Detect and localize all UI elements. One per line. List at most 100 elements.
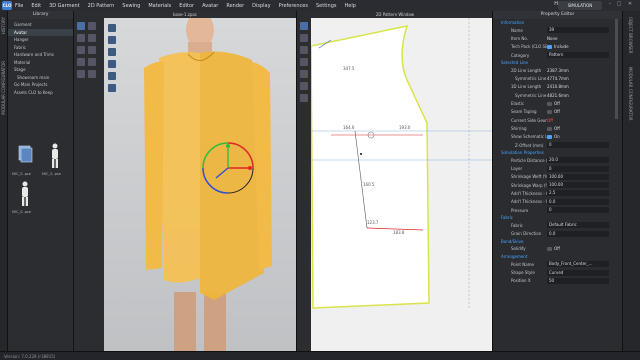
property-value[interactable]: Off: [547, 118, 623, 123]
pattern-piece[interactable]: [311, 25, 430, 309]
modular-configurator-tab[interactable]: MODULAR CONFIGURATOR: [628, 67, 633, 121]
trim-icon[interactable]: [88, 70, 96, 78]
menu-settings[interactable]: Settings: [316, 3, 337, 9]
avatar-icon[interactable]: [44, 141, 66, 171]
menu-help[interactable]: Help: [345, 3, 356, 9]
brush-icon[interactable]: [88, 58, 96, 66]
toggle-icon[interactable]: [547, 126, 552, 131]
property-section-header[interactable]: Selected Line: [499, 59, 623, 66]
3d-viewport[interactable]: [104, 18, 296, 351]
menu-file[interactable]: File: [15, 3, 23, 9]
menu-avatar[interactable]: Avatar: [202, 3, 218, 9]
property-scrollbar[interactable]: [615, 19, 618, 119]
library-tree-item[interactable]: Avatar: [8, 28, 73, 36]
property-value[interactable]: 0.0: [547, 230, 609, 237]
toggle-icon[interactable]: [547, 247, 552, 252]
library-tree-item[interactable]: Showroom main: [8, 74, 73, 82]
library-tree-item[interactable]: Hanger: [8, 36, 73, 44]
file-icon[interactable]: [14, 141, 36, 171]
garment-left-sleeve[interactable]: [144, 61, 164, 270]
pen-icon[interactable]: [77, 58, 85, 66]
property-value[interactable]: 4821.6mm: [547, 93, 623, 98]
gizmo-y-handle[interactable]: [226, 144, 230, 148]
property-value[interactable]: Body_Front_Center_...: [547, 261, 609, 268]
library-tree-item[interactable]: Fabric: [8, 44, 73, 52]
property-value[interactable]: 4774.7mm: [547, 76, 623, 81]
modular-configurator-tab[interactable]: MODULAR CONFIGURATOR: [1, 61, 6, 115]
internal-line-icon[interactable]: [300, 70, 308, 78]
edit-pattern-icon[interactable]: [300, 34, 308, 42]
measure-icon[interactable]: [77, 46, 85, 54]
menu-sewing[interactable]: Sewing: [122, 3, 140, 9]
property-value[interactable]: None: [547, 36, 623, 41]
library-tree-item[interactable]: Go Main Projects: [8, 81, 73, 89]
menu-display[interactable]: Display: [252, 3, 270, 9]
fold-icon[interactable]: [77, 34, 85, 42]
texture-icon[interactable]: [300, 94, 308, 102]
seam-icon[interactable]: [77, 70, 85, 78]
property-toggle[interactable]: Off: [547, 246, 623, 252]
menu-3d-garment[interactable]: 3D Garment: [49, 3, 80, 9]
menu-editor[interactable]: Editor: [179, 3, 194, 9]
sewing-icon[interactable]: [300, 82, 308, 90]
property-value[interactable]: 0.0: [547, 198, 609, 205]
menu-edit[interactable]: Edit: [31, 3, 41, 9]
menu-2d-pattern[interactable]: 2D Pattern: [88, 3, 115, 9]
polygon-icon[interactable]: [300, 46, 308, 54]
property-value[interactable]: 20.0: [547, 157, 609, 164]
property-value[interactable]: 2410.8mm: [547, 84, 623, 89]
maximize-icon[interactable]: □: [615, 1, 623, 9]
property-value[interactable]: Curved: [547, 269, 609, 276]
rectangle-icon[interactable]: [300, 58, 308, 66]
library-tree-item[interactable]: Material: [8, 59, 73, 67]
property-value[interactable]: Pattern: [547, 52, 609, 59]
menu-render[interactable]: Render: [226, 3, 244, 9]
move-icon[interactable]: [88, 22, 96, 30]
library-tree-item[interactable]: Stage: [8, 66, 73, 74]
app-logo[interactable]: CLO: [2, 1, 12, 10]
minimize-icon[interactable]: –: [606, 1, 614, 9]
object-browser-tab[interactable]: OBJECT BROWSER: [628, 17, 633, 54]
select-icon[interactable]: [77, 22, 85, 30]
property-toggle[interactable]: Off: [547, 101, 623, 107]
property-section-header[interactable]: Fabric: [499, 214, 623, 221]
property-value[interactable]: 2.5: [547, 190, 609, 197]
close-icon[interactable]: ✕: [626, 1, 634, 9]
property-section-header[interactable]: Bond/Skive: [499, 238, 623, 245]
transform-pattern-icon[interactable]: [300, 22, 308, 30]
property-value[interactable]: 39: [547, 27, 609, 34]
avatar-icon[interactable]: [14, 179, 36, 209]
property-value[interactable]: Default Fabric: [547, 222, 609, 229]
property-toggle[interactable]: On: [547, 134, 623, 140]
toggle-icon[interactable]: [547, 135, 552, 140]
property-toggle[interactable]: Off: [547, 109, 623, 115]
property-value[interactable]: 50: [547, 277, 609, 284]
menu-materials[interactable]: Materials: [148, 3, 171, 9]
property-value[interactable]: 2387.3mm: [547, 68, 623, 73]
toggle-icon[interactable]: [547, 110, 552, 115]
2d-pattern-canvas[interactable]: 347.5 164.6 193.0 160.5 123.7 183.8: [311, 18, 493, 351]
property-value[interactable]: 0: [547, 165, 609, 172]
library-tree-item[interactable]: Hardware and Trims: [8, 51, 73, 59]
garment-left-panel[interactable]: [159, 52, 200, 283]
property-value[interactable]: 0: [547, 207, 609, 214]
property-section-header[interactable]: Simulation Properties: [499, 149, 623, 156]
toggle-icon[interactable]: [547, 45, 552, 50]
gizmo-x-handle[interactable]: [248, 166, 252, 170]
library-tree-item[interactable]: Assets CLO to Keep: [8, 89, 73, 97]
library-tree-item[interactable]: Garment: [8, 21, 73, 29]
property-toggle[interactable]: Include: [547, 44, 623, 50]
property-value[interactable]: 100.00: [547, 173, 609, 180]
simulation-mode-button[interactable]: SIMULATION: [558, 1, 602, 10]
property-value[interactable]: 100.00: [547, 182, 609, 189]
menu-preferences[interactable]: Preferences: [279, 3, 308, 9]
property-value[interactable]: 0: [547, 142, 609, 148]
pin-icon[interactable]: [88, 34, 96, 42]
measure-point[interactable]: [360, 153, 362, 155]
tack-icon[interactable]: [88, 46, 96, 54]
history-tab[interactable]: HISTORY: [1, 17, 6, 34]
property-toggle[interactable]: Off: [547, 126, 623, 131]
property-section-header[interactable]: Information: [499, 19, 623, 26]
toggle-icon[interactable]: [547, 102, 552, 107]
property-section-header[interactable]: Arrangement: [499, 253, 623, 260]
